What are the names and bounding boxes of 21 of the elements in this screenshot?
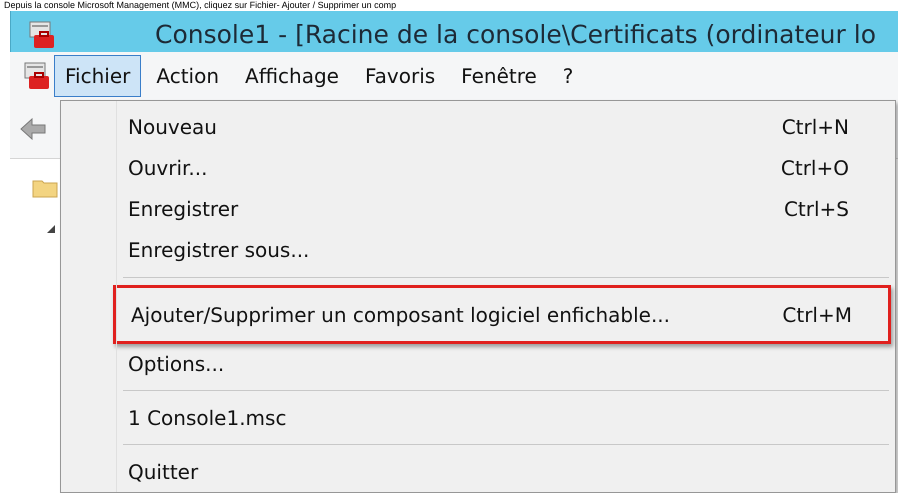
menu-bar-item[interactable]: Action [145, 55, 230, 97]
menu-item[interactable]: Quitter [116, 451, 889, 492]
menu-item[interactable]: Nouveau Ctrl+N [116, 107, 889, 148]
menu-bar-item[interactable]: Fenêtre [450, 55, 548, 97]
back-arrow-icon[interactable] [20, 117, 46, 141]
toolbox-icon [24, 62, 50, 90]
menu-item[interactable]: Enregistrer Ctrl+S [116, 188, 889, 230]
window-title: Console1 - [Racine de la console\Certificats (ordinateur lo [155, 20, 876, 49]
folder-icon [32, 178, 58, 198]
toolbox-icon [29, 20, 55, 48]
caption-text: Depuis la console Microsoft Management (MMC), cliquez sur Fichier- Ajouter / Supprimer un comp [3, 0, 398, 11]
menu-bar-item[interactable]: ? [552, 55, 584, 97]
menu-bar-item[interactable]: Favoris [354, 55, 446, 97]
menu-bar-item[interactable]: Fichier [54, 55, 142, 97]
menu-bar-item[interactable]: Affichage [234, 55, 350, 97]
menu-item[interactable]: Ajouter/Supprimer un composant logiciel enfichable... Ctrl+M [113, 285, 891, 344]
expand-triangle-icon[interactable] [46, 224, 56, 234]
menu-item[interactable]: Ouvrir... Ctrl+O [116, 148, 889, 189]
menu-item[interactable]: 1 Console1.msc [116, 397, 889, 438]
menu-item[interactable]: Enregistrer sous... [116, 230, 889, 271]
menu-item[interactable]: Options... [116, 344, 889, 384]
